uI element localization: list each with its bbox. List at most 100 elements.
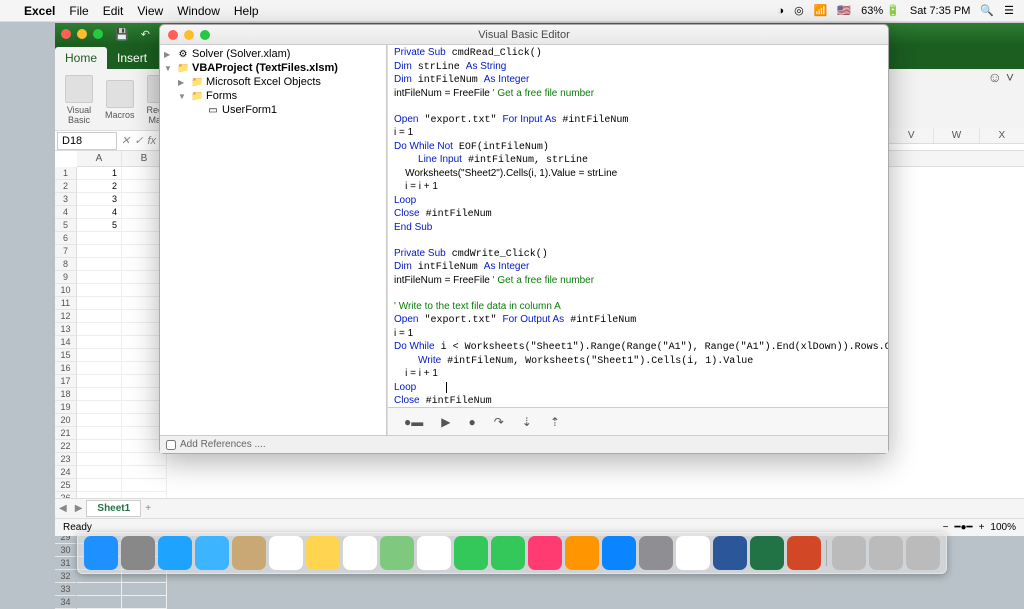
- cell[interactable]: [77, 466, 122, 479]
- cell[interactable]: [77, 271, 122, 284]
- row-header[interactable]: 2: [55, 180, 76, 193]
- cell[interactable]: [77, 284, 122, 297]
- tab-home[interactable]: Home: [55, 47, 107, 69]
- step-icon[interactable]: ↷: [494, 415, 504, 429]
- cell[interactable]: [122, 453, 167, 466]
- dock-app-chrome[interactable]: [676, 536, 710, 570]
- cell[interactable]: [77, 349, 122, 362]
- view-menu[interactable]: View: [137, 4, 163, 18]
- row-header[interactable]: 32: [55, 570, 76, 583]
- zoom-button[interactable]: [200, 30, 210, 40]
- cancel-icon[interactable]: ✕: [121, 134, 130, 147]
- dock-app-reminders[interactable]: [343, 536, 377, 570]
- dock-app-maps[interactable]: [380, 536, 414, 570]
- row-header[interactable]: 25: [55, 479, 76, 492]
- clock[interactable]: Sat 7:35 PM: [910, 5, 971, 17]
- code-editor[interactable]: Private Sub cmdRead_Click() Dim strLine …: [388, 45, 888, 407]
- cell[interactable]: [77, 440, 122, 453]
- cell[interactable]: [77, 245, 122, 258]
- cell[interactable]: [122, 583, 167, 596]
- app-menu[interactable]: Excel: [24, 4, 55, 18]
- row-header[interactable]: 5: [55, 219, 76, 232]
- row-header[interactable]: 33: [55, 583, 76, 596]
- cell[interactable]: [77, 297, 122, 310]
- cell[interactable]: [77, 310, 122, 323]
- cell[interactable]: 4: [77, 206, 122, 219]
- flag-icon[interactable]: 🇺🇸: [837, 4, 851, 17]
- project-node[interactable]: ▶⚙Solver (Solver.xlam): [160, 47, 386, 61]
- row-header[interactable]: 7: [55, 245, 76, 258]
- row-header[interactable]: 19: [55, 401, 76, 414]
- dock-app-facetime[interactable]: [491, 536, 525, 570]
- cell[interactable]: [77, 583, 122, 596]
- cell[interactable]: [77, 414, 122, 427]
- dock-app-excel[interactable]: [750, 536, 784, 570]
- dock-app-notes[interactable]: [306, 536, 340, 570]
- qat-undo-icon[interactable]: ↶: [141, 28, 150, 41]
- sheet-tab[interactable]: Sheet1: [86, 500, 141, 517]
- row-header[interactable]: 14: [55, 336, 76, 349]
- dock-app-safari[interactable]: [158, 536, 192, 570]
- name-box[interactable]: [57, 132, 117, 150]
- cell[interactable]: 2: [77, 180, 122, 193]
- cell[interactable]: [77, 596, 122, 609]
- stop-icon[interactable]: ●: [468, 415, 475, 429]
- cell[interactable]: 5: [77, 219, 122, 232]
- col-header[interactable]: X: [979, 128, 1024, 143]
- cell[interactable]: [77, 479, 122, 492]
- dock-trash[interactable]: [906, 536, 940, 570]
- row-header[interactable]: 11: [55, 297, 76, 310]
- row-header[interactable]: 18: [55, 388, 76, 401]
- zoom-out-icon[interactable]: −: [943, 522, 949, 533]
- dock-app-ibooks[interactable]: [565, 536, 599, 570]
- dock-app-contacts[interactable]: [232, 536, 266, 570]
- enter-icon[interactable]: ✓: [134, 134, 143, 147]
- zoom-value[interactable]: 100%: [990, 522, 1016, 533]
- references-checkbox[interactable]: [166, 440, 176, 450]
- col-header[interactable]: W: [933, 128, 978, 143]
- dock-app-preferences[interactable]: [639, 536, 673, 570]
- dock-app-word[interactable]: [713, 536, 747, 570]
- sheet-nav-prev-icon[interactable]: ◀: [55, 503, 71, 514]
- cell[interactable]: [77, 388, 122, 401]
- minimize-button[interactable]: [184, 30, 194, 40]
- col-header[interactable]: A: [77, 151, 122, 166]
- dock-app-calendar[interactable]: [269, 536, 303, 570]
- cell[interactable]: [77, 453, 122, 466]
- close-button[interactable]: [61, 29, 71, 39]
- zoom-button[interactable]: [93, 29, 103, 39]
- fx-icon[interactable]: fx: [147, 135, 156, 147]
- row-header[interactable]: 4: [55, 206, 76, 219]
- row-header[interactable]: 1: [55, 167, 76, 180]
- row-header[interactable]: 9: [55, 271, 76, 284]
- menu-extra-icon[interactable]: ◎: [794, 4, 804, 17]
- col-header[interactable]: V: [888, 128, 933, 143]
- row-header[interactable]: 17: [55, 375, 76, 388]
- window-menu[interactable]: Window: [177, 4, 220, 18]
- cell[interactable]: 1: [77, 167, 122, 180]
- row-header[interactable]: 12: [55, 310, 76, 323]
- dock-app-launchpad[interactable]: [121, 536, 155, 570]
- row-header[interactable]: 20: [55, 414, 76, 427]
- row-header[interactable]: 13: [55, 323, 76, 336]
- project-node[interactable]: ▼📁VBAProject (TextFiles.xlsm): [160, 61, 386, 75]
- step-out-icon[interactable]: ⇡: [550, 415, 560, 429]
- row-header[interactable]: 34: [55, 596, 76, 609]
- step-into-icon[interactable]: ⇣: [522, 415, 532, 429]
- minimize-button[interactable]: [77, 29, 87, 39]
- row-header[interactable]: 22: [55, 440, 76, 453]
- cell[interactable]: [77, 232, 122, 245]
- row-header[interactable]: 3: [55, 193, 76, 206]
- cell[interactable]: [122, 479, 167, 492]
- zoom-in-icon[interactable]: +: [979, 522, 985, 533]
- dock-doc1[interactable]: [832, 536, 866, 570]
- row-header[interactable]: 31: [55, 557, 76, 570]
- vbe-titlebar[interactable]: Visual Basic Editor: [160, 25, 888, 45]
- row-header[interactable]: 10: [55, 284, 76, 297]
- folder-node[interactable]: ▼📁Forms: [160, 89, 386, 103]
- status-text[interactable]: Add References ....: [180, 439, 266, 450]
- row-header[interactable]: 16: [55, 362, 76, 375]
- edit-menu[interactable]: Edit: [103, 4, 124, 18]
- sheet-nav-next-icon[interactable]: ▶: [71, 503, 87, 514]
- feedback-icon[interactable]: ☺ ˅: [988, 69, 1014, 85]
